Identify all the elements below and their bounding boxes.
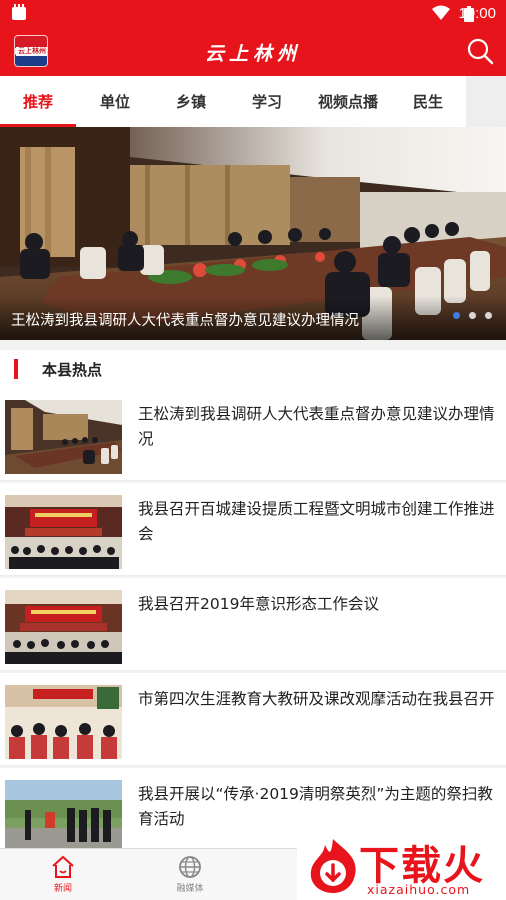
tab-label: 民生 [412, 93, 443, 111]
tab-label: 单位 [99, 93, 130, 111]
nav-news[interactable]: 新闻 [33, 854, 93, 894]
carousel-dot[interactable] [453, 312, 460, 319]
status-bar: 10:00 [0, 0, 506, 28]
news-item[interactable]: 市第四次生涯教育大教研及课改观摩活动在我县召开 [0, 673, 506, 766]
news-item[interactable]: 王松涛到我县调研人大代表重点督办意见建议办理情况 [0, 388, 506, 481]
tab-townships[interactable]: 乡镇 [154, 76, 228, 127]
news-item[interactable]: 我县召开2019年意识形态工作会议 [0, 578, 506, 671]
news-thumbnail [5, 495, 122, 569]
news-thumbnail [5, 685, 122, 759]
news-headline: 我县召开2019年意识形态工作会议 [138, 595, 379, 613]
carousel-indicator [444, 304, 492, 323]
clock: 10:00 [458, 5, 496, 22]
tab-units[interactable]: 单位 [76, 76, 154, 127]
carousel-dot[interactable] [469, 312, 476, 319]
tab-video[interactable]: 视频点播 [306, 76, 390, 127]
flame-logo-icon [310, 839, 356, 893]
news-headline: 王松涛到我县调研人大代表重点督办意见建议办理情况 [138, 405, 495, 448]
app-bar: 云上林州 云上林州 [0, 28, 506, 76]
tab-label: 乡镇 [175, 93, 206, 111]
search-icon[interactable] [466, 37, 494, 65]
tab-recommend[interactable]: 推荐 [0, 76, 76, 127]
banner-caption[interactable]: 王松涛到我县调研人大代表重点督办意见建议办理情况 [0, 296, 506, 340]
news-headline: 我县开展以“传承·2019清明祭英烈”为主题的祭扫教育活动 [138, 785, 493, 828]
carousel-dot[interactable] [485, 312, 492, 319]
tab-label: 推荐 [22, 93, 53, 111]
section-title: 本县热点 [42, 361, 103, 379]
nav-media[interactable]: 融媒体 [160, 854, 220, 894]
news-list: 王松涛到我县调研人大代表重点督办意见建议办理情况 我县召开百城建设提质工程暨文明… [0, 388, 506, 858]
tab-label: 视频点播 [317, 93, 378, 111]
globe-icon [179, 856, 201, 878]
news-thumbnail [5, 590, 122, 664]
news-item[interactable]: 我县召开百城建设提质工程暨文明城市创建工作推进会 [0, 483, 506, 576]
home-icon [52, 855, 74, 878]
banner-caption-text: 王松涛到我县调研人大代表重点督办意见建议办理情况 [11, 313, 359, 329]
category-tabs: 推荐 单位 乡镇 学习 视频点播 民生 [0, 76, 506, 127]
tab-livelihood[interactable]: 民生 [390, 76, 466, 127]
nav-label: 融媒体 [176, 884, 204, 894]
banner-carousel[interactable]: 王松涛到我县调研人大代表重点督办意见建议办理情况 [0, 127, 506, 340]
nav-label: 新闻 [53, 884, 72, 894]
watermark-url: xiazaihuo.com [367, 882, 471, 897]
tab-label: 学习 [251, 93, 282, 111]
section-header: 本县热点 [0, 350, 506, 388]
news-thumbnail [5, 780, 122, 854]
news-headline: 市第四次生涯教育大教研及课改观摩活动在我县召开 [138, 690, 495, 708]
wifi-icon [432, 5, 450, 20]
app-title: 云上林州 [204, 43, 301, 65]
watermark: 下载火 xiazaihuo.com [297, 831, 506, 900]
section-marker [14, 359, 18, 379]
news-headline: 我县召开百城建设提质工程暨文明城市创建工作推进会 [138, 500, 495, 543]
tab-study[interactable]: 学习 [228, 76, 306, 127]
sim-card-icon [12, 4, 26, 20]
tabs-overflow-area [466, 76, 506, 127]
news-thumbnail [5, 400, 122, 474]
